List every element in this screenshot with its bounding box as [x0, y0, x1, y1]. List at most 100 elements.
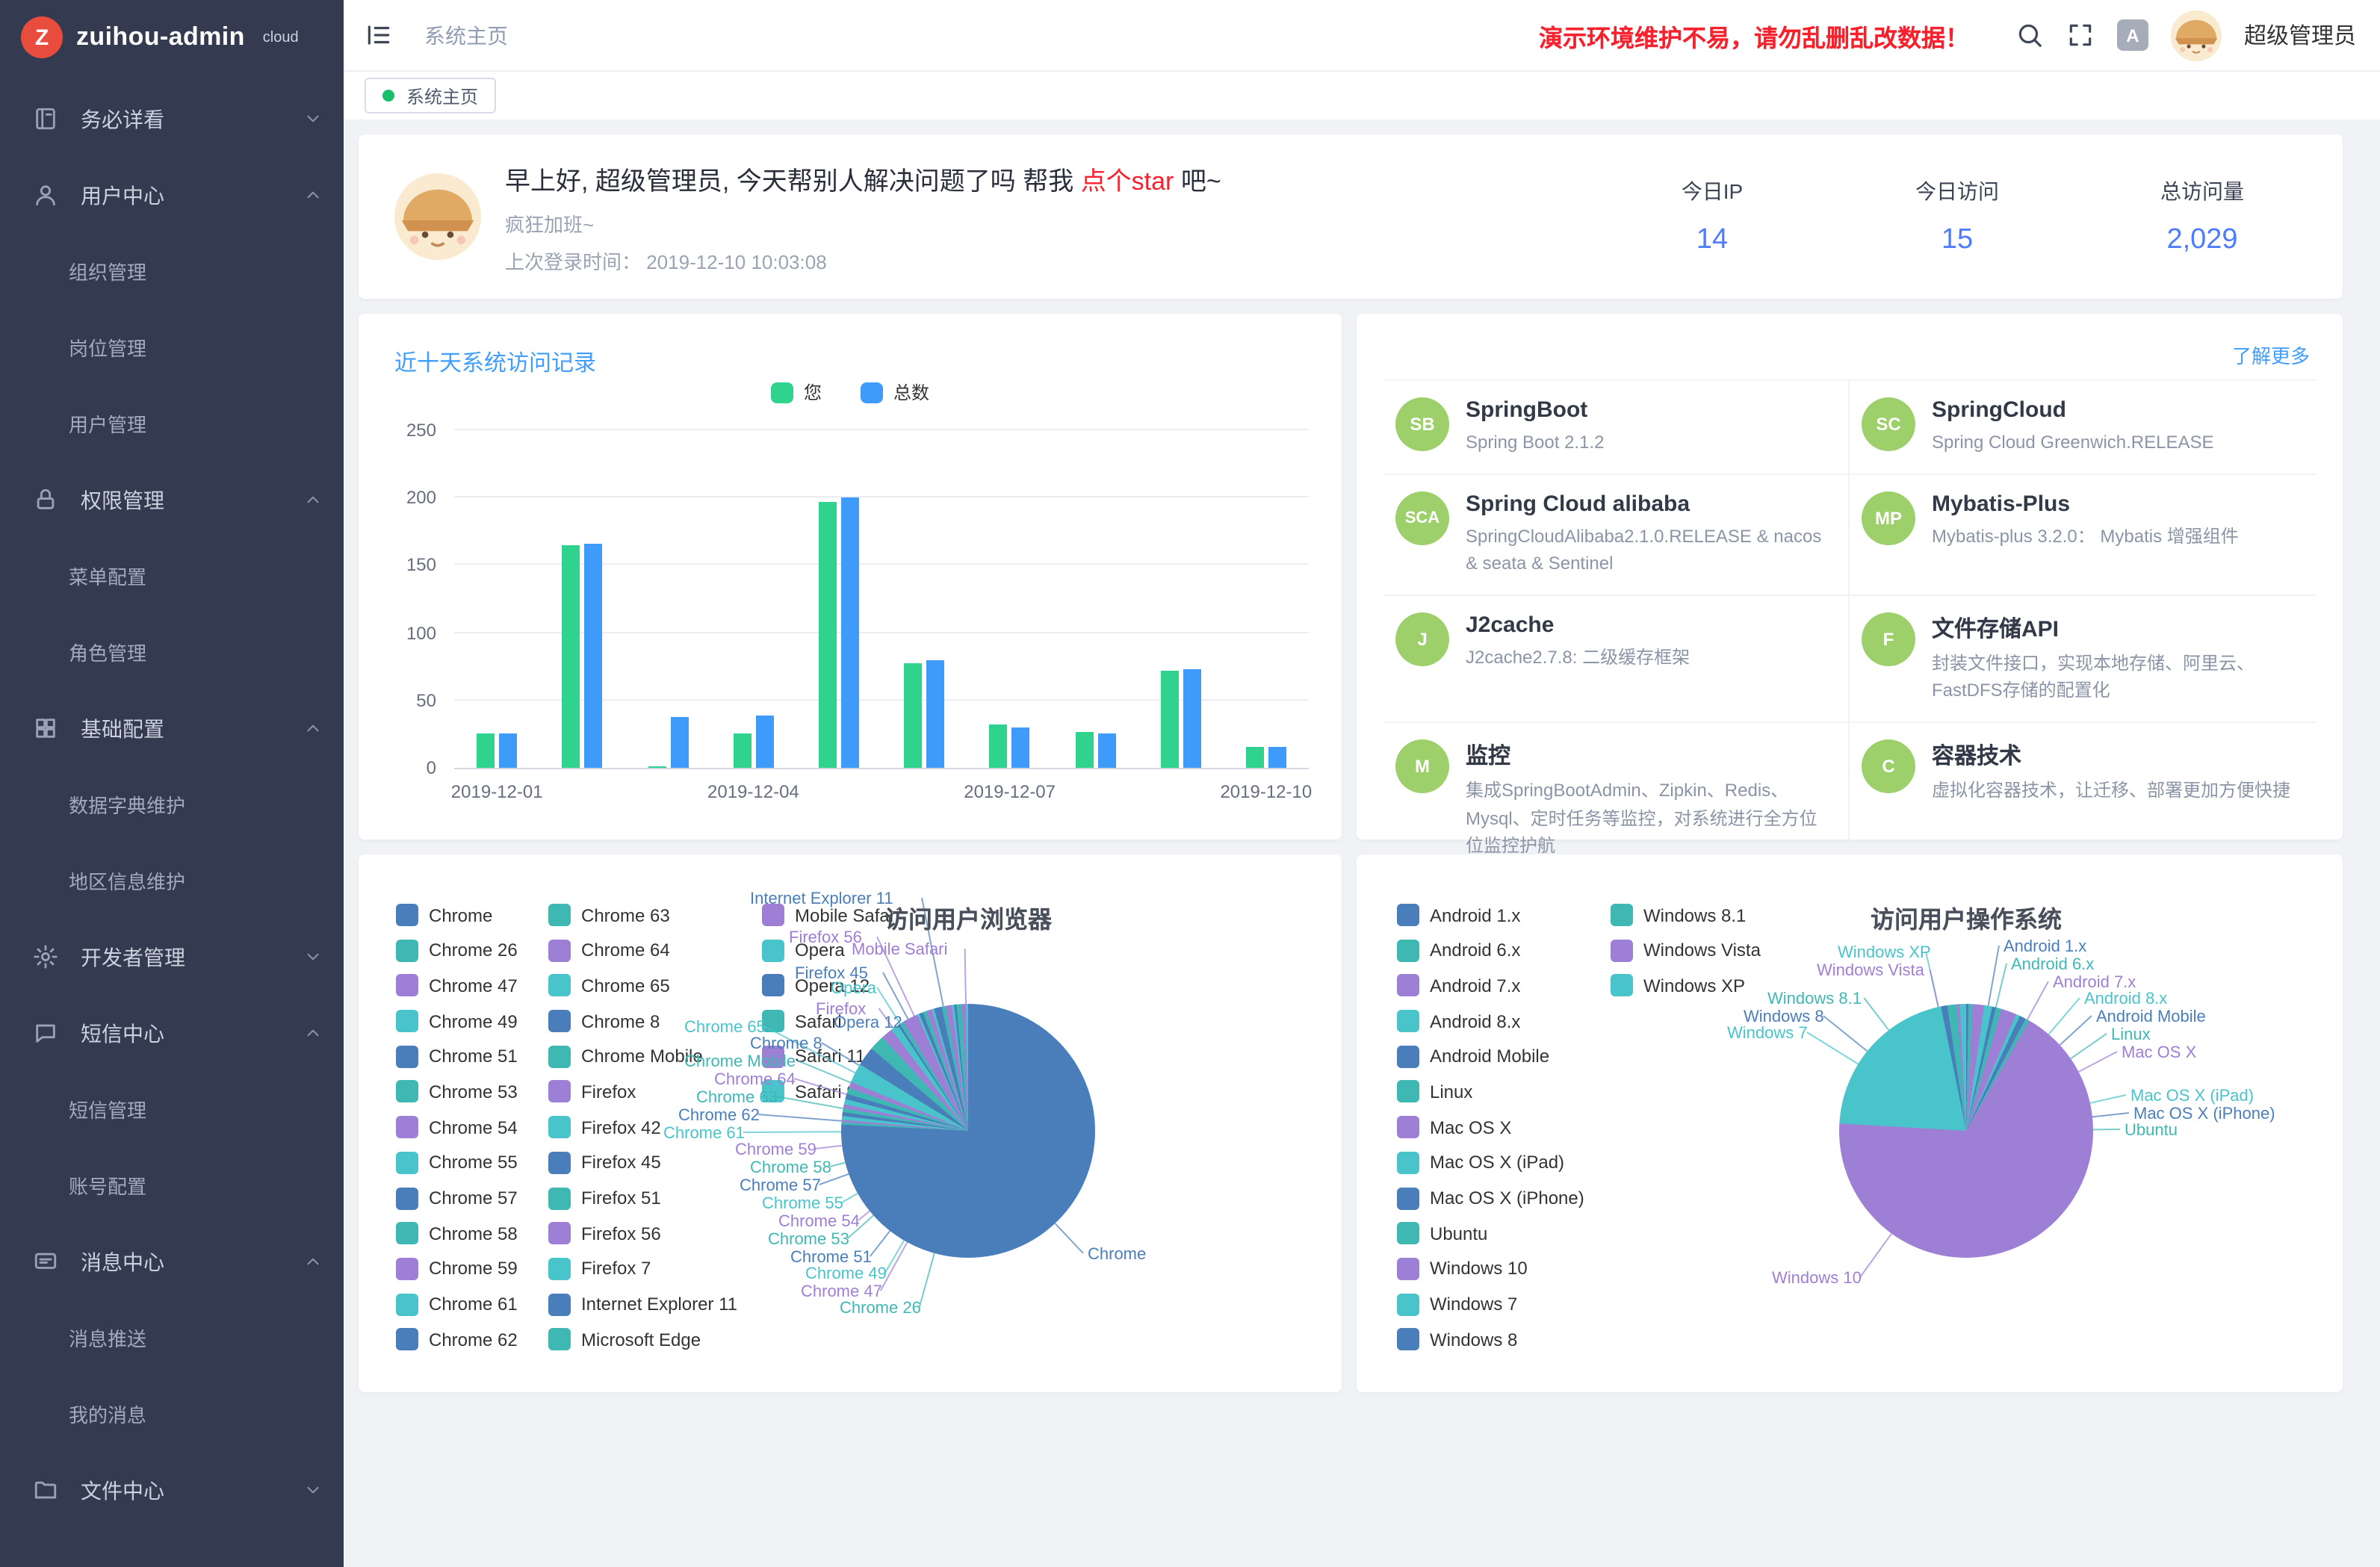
- sidebar-subitem[interactable]: 短信管理: [0, 1071, 344, 1147]
- legend-item[interactable]: Chrome 49: [396, 1010, 518, 1032]
- search-icon[interactable]: [2015, 21, 2044, 49]
- sidebar-item-5[interactable]: 短信中心: [0, 995, 344, 1071]
- legend-item[interactable]: Microsoft Edge: [548, 1329, 737, 1351]
- legend-item[interactable]: Chrome 64: [548, 939, 737, 961]
- legend-item[interactable]: Windows XP: [1611, 975, 1761, 997]
- tech-text: Mybatis-PlusMybatis-plus 3.2.0： Mybatis …: [1932, 491, 2239, 550]
- legend-item[interactable]: Chrome: [396, 904, 518, 926]
- legend-item[interactable]: Chrome 47: [396, 975, 518, 997]
- legend-item[interactable]: 您: [771, 379, 822, 405]
- legend-item[interactable]: Android 7.x: [1397, 975, 1584, 997]
- legend-item[interactable]: Firefox 51: [548, 1187, 737, 1209]
- legend-label: Ubuntu: [1430, 1223, 1487, 1244]
- legend-swatch: [396, 1187, 418, 1209]
- legend-item[interactable]: Chrome 61: [396, 1293, 518, 1315]
- legend-item[interactable]: Chrome 57: [396, 1187, 518, 1209]
- sidebar-subitem[interactable]: 角色管理: [0, 614, 344, 690]
- collapse-sidebar-icon[interactable]: [365, 21, 393, 49]
- legend-item[interactable]: Windows 7: [1397, 1293, 1584, 1315]
- legend-item[interactable]: Firefox 56: [548, 1222, 737, 1244]
- legend-item[interactable]: Windows Vista: [1611, 939, 1761, 961]
- sidebar-item-7[interactable]: 文件中心: [0, 1452, 344, 1528]
- star-link[interactable]: 点个star: [1081, 167, 1174, 195]
- user-avatar[interactable]: [2171, 10, 2222, 60]
- sidebar-item-4[interactable]: 开发者管理: [0, 919, 344, 995]
- sidebar-subitem[interactable]: 岗位管理: [0, 309, 344, 385]
- bar-总数: [841, 497, 859, 768]
- visits-bar-chart-card: 近十天系统访问记录 您总数 0501001502002502019-12-012…: [359, 314, 1342, 840]
- bar-您: [1246, 748, 1264, 768]
- topbar: 系统主页 演示环境维护不易，请勿乱删乱改数据！ A 超级管理员: [344, 0, 2380, 70]
- pie-callout-label: Chrome: [1088, 1246, 1146, 1264]
- bar-总数: [499, 734, 517, 768]
- sidebar-subitem[interactable]: 账号配置: [0, 1147, 344, 1223]
- sidebar-subitem[interactable]: 用户管理: [0, 385, 344, 462]
- legend-item[interactable]: Android 1.x: [1397, 904, 1584, 926]
- legend-item[interactable]: Android 6.x: [1397, 939, 1584, 961]
- legend-item[interactable]: Android 8.x: [1397, 1010, 1584, 1032]
- sidebar-subitem[interactable]: 组织管理: [0, 233, 344, 309]
- legend-swatch: [1397, 1010, 1419, 1032]
- legend-item[interactable]: 总数: [861, 379, 929, 405]
- sidebar-item-0[interactable]: 务必详看: [0, 81, 344, 157]
- username[interactable]: 超级管理员: [2244, 19, 2356, 51]
- sidebar-item-2[interactable]: 权限管理: [0, 462, 344, 538]
- legend-label: Chrome 62: [429, 1329, 518, 1350]
- fullscreen-icon[interactable]: [2066, 21, 2095, 49]
- legend-item[interactable]: Windows 8: [1397, 1329, 1584, 1351]
- content-area: 早上好, 超级管理员, 今天帮别人解决问题了吗 帮我 点个star 吧~ 疯狂加…: [344, 120, 2380, 1567]
- legend-label: Chrome 57: [429, 1188, 518, 1208]
- greeting-suffix: 吧~: [1174, 167, 1221, 195]
- legend-item[interactable]: Android Mobile: [1397, 1046, 1584, 1068]
- sidebar-item-3[interactable]: 基础配置: [0, 690, 344, 766]
- legend-swatch: [1611, 939, 1633, 961]
- bar-chart-title[interactable]: 近十天系统访问记录: [394, 347, 596, 378]
- legend-item[interactable]: Chrome 62: [396, 1329, 518, 1351]
- breadcrumb[interactable]: 系统主页: [424, 20, 508, 50]
- legend-item[interactable]: Chrome 63: [548, 904, 737, 926]
- legend-item[interactable]: Chrome 59: [396, 1258, 518, 1280]
- legend-item[interactable]: Chrome 51: [396, 1046, 518, 1068]
- sidebar-subitem[interactable]: 菜单配置: [0, 538, 344, 614]
- greeting-motto: 疯狂加班~: [505, 208, 1221, 237]
- tech-badge-icon: SCA: [1395, 491, 1449, 544]
- sidebar-subitem[interactable]: 我的消息: [0, 1376, 344, 1452]
- legend-item[interactable]: Chrome 58: [396, 1222, 518, 1244]
- logo-text: zuihou-admin: [76, 22, 245, 52]
- legend-label: Firefox 42: [581, 1117, 661, 1138]
- sidebar-subitem[interactable]: 消息推送: [0, 1300, 344, 1376]
- legend-item[interactable]: Mac OS X: [1397, 1116, 1584, 1138]
- learn-more-link[interactable]: 了解更多: [2232, 341, 2310, 369]
- legend-item[interactable]: Chrome 55: [396, 1152, 518, 1174]
- legend-swatch: [762, 975, 784, 997]
- sidebar-item-6[interactable]: 消息中心: [0, 1223, 344, 1300]
- legend-item[interactable]: Windows 10: [1397, 1258, 1584, 1280]
- legend-item[interactable]: Internet Explorer 11: [548, 1293, 737, 1315]
- pie-callout-label: Chrome 58: [750, 1159, 831, 1177]
- legend-item[interactable]: Chrome 26: [396, 939, 518, 961]
- bar-group: [881, 430, 967, 768]
- app-logo[interactable]: Z zuihou-admin cloud: [0, 0, 344, 75]
- pie-callout-label: Android 1.x: [2004, 938, 2086, 956]
- legend-item[interactable]: Ubuntu: [1397, 1222, 1584, 1244]
- legend-item[interactable]: Firefox 7: [548, 1258, 737, 1280]
- bar-group: [796, 430, 881, 768]
- sidebar-item-label: 基础配置: [81, 713, 303, 743]
- sidebar-subitem[interactable]: 数据字典维护: [0, 766, 344, 843]
- sidebar-subitem[interactable]: 地区信息维护: [0, 843, 344, 919]
- legend-item[interactable]: Mac OS X (iPad): [1397, 1152, 1584, 1174]
- legend-swatch: [1611, 975, 1633, 997]
- legend-swatch: [396, 975, 418, 997]
- font-size-icon[interactable]: A: [2117, 19, 2148, 51]
- tab-home[interactable]: 系统主页: [365, 78, 496, 114]
- pie-callout-label: Chrome 49: [805, 1265, 887, 1283]
- sidebar-item-1[interactable]: 用户中心: [0, 157, 344, 233]
- legend-item[interactable]: Chrome 53: [396, 1081, 518, 1103]
- legend-item[interactable]: Windows 8.1: [1611, 904, 1761, 926]
- legend-item[interactable]: Firefox 45: [548, 1152, 737, 1174]
- legend-item[interactable]: Linux: [1397, 1081, 1584, 1103]
- legend-item[interactable]: Chrome 54: [396, 1116, 518, 1138]
- legend-item[interactable]: Mac OS X (iPhone): [1397, 1187, 1584, 1209]
- legend-item[interactable]: Chrome 65: [548, 975, 737, 997]
- tech-text: Spring Cloud alibabaSpringCloudAlibaba2.…: [1466, 491, 1833, 577]
